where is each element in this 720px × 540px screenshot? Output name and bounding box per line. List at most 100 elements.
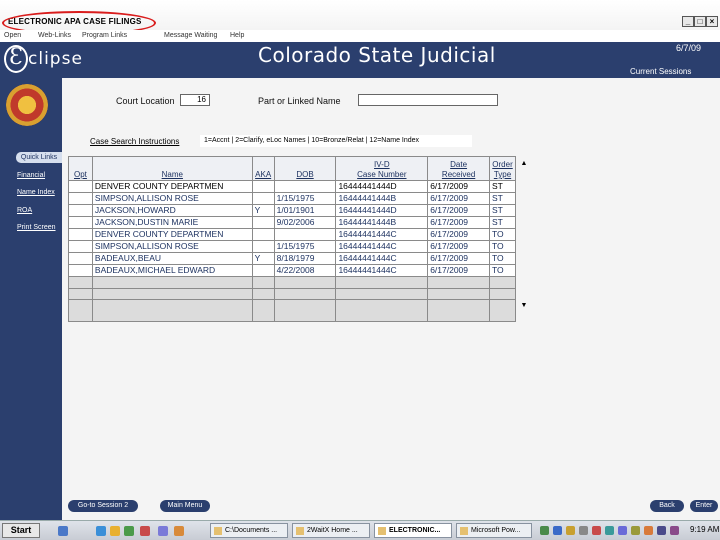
tray-update-icon[interactable]	[644, 526, 653, 535]
eclipse-logo: Ɛ clipse	[2, 42, 92, 78]
empty-table-row	[68, 276, 516, 289]
cell-opt[interactable]	[68, 252, 93, 265]
tray-sync-icon[interactable]	[605, 526, 614, 535]
tray-network-icon[interactable]	[540, 526, 549, 535]
cell-opt[interactable]	[68, 228, 93, 241]
empty-cell-aka	[251, 299, 275, 322]
cell-type: TO	[489, 252, 516, 265]
table-row[interactable]: BADEAUX,MICHAEL EDWARD 4/22/2008 164444414…	[68, 264, 516, 277]
taskbar-item-documents[interactable]: C:\Documents ...	[210, 523, 288, 538]
table-row[interactable]: JACKSON,HOWARD Y 1/01/1901 16444441444D 6/17…	[68, 204, 516, 217]
empty-cell-type	[489, 299, 516, 322]
taskbar-item-powerpoint[interactable]: Microsoft Pow...	[456, 523, 532, 538]
menu-program-links[interactable]: Program Links	[82, 32, 127, 39]
start-button[interactable]: Start	[2, 523, 40, 538]
tray-messenger-icon[interactable]	[618, 526, 627, 535]
cell-type: ST	[489, 192, 516, 205]
menu-open[interactable]: Open	[4, 32, 21, 39]
cell-dob	[273, 180, 337, 193]
cell-dob: 8/18/1979	[273, 252, 337, 265]
go-to-session-button[interactable]: Go-to Session 2	[68, 500, 138, 512]
cell-aka	[251, 180, 275, 193]
col-date-header-top: Date	[450, 160, 468, 169]
cell-dob: 9/02/2006	[273, 216, 337, 229]
empty-cell-dob	[273, 276, 337, 289]
main-menu-button[interactable]: Main Menu	[160, 500, 210, 512]
tray-bluetooth-icon[interactable]	[657, 526, 666, 535]
outlook-icon[interactable]	[110, 526, 120, 536]
back-button[interactable]: Back	[650, 500, 684, 512]
menu-bar: Open Web-Links Program Links Message Wai…	[0, 30, 720, 42]
cell-opt[interactable]	[68, 216, 93, 229]
table-row[interactable]: SIMPSON,ALLISON ROSE 1/15/1975 16444441444…	[68, 240, 516, 253]
taskbar-clock: 9:19 AM	[690, 525, 720, 534]
eclipse-wordmark: clipse	[28, 49, 83, 69]
app-quick-icon-4[interactable]	[174, 526, 184, 536]
show-desktop-icon[interactable]	[58, 526, 68, 536]
minimize-button[interactable]: _	[682, 16, 694, 27]
current-sessions-link[interactable]: Current Sessions	[630, 67, 691, 76]
cell-case: 16444441444C	[335, 252, 429, 265]
browser-icon[interactable]	[96, 526, 106, 536]
tray-volume-icon[interactable]	[579, 526, 588, 535]
cell-case: 16444441444B	[335, 216, 429, 229]
court-location-input[interactable]: 16	[180, 94, 210, 106]
case-search-instructions-link[interactable]: Case Search Instructions	[90, 137, 179, 146]
cell-opt[interactable]	[68, 204, 93, 217]
cell-opt[interactable]	[68, 240, 93, 253]
tray-printer-icon[interactable]	[631, 526, 640, 535]
table-row[interactable]: SIMPSON,ALLISON ROSE 1/15/1975 16444441444…	[68, 192, 516, 205]
tray-antivirus-icon[interactable]	[592, 526, 601, 535]
table-row[interactable]: BADEAUX,BEAU Y 8/18/1979 16444441444C 6/17/2…	[68, 252, 516, 265]
cell-opt[interactable]	[68, 192, 93, 205]
sidebar-item-name-index[interactable]: Name Index	[17, 189, 55, 196]
cell-name: DENVER COUNTY DEPARTMEN	[91, 228, 253, 241]
cell-case: 16444441444B	[335, 192, 429, 205]
col-case-header-bottom: Case Number	[357, 170, 407, 179]
current-date: 6/7/09	[676, 43, 702, 53]
cell-name: BADEAUX,MICHAEL EDWARD	[91, 264, 253, 277]
cell-opt[interactable]	[68, 264, 93, 277]
empty-cell-opt	[68, 299, 93, 322]
sidebar-item-roa[interactable]: ROA	[17, 207, 32, 214]
table-row[interactable]: JACKSON,DUSTIN MARIE 9/02/2006 16444441444…	[68, 216, 516, 229]
tray-alert-icon[interactable]	[566, 526, 575, 535]
empty-cell-date	[427, 276, 491, 289]
eclipse-e-icon: Ɛ	[4, 45, 28, 73]
menu-help[interactable]: Help	[230, 32, 244, 39]
cell-aka: Y	[251, 252, 275, 265]
app-quick-icon[interactable]	[124, 526, 134, 536]
cell-aka	[251, 228, 275, 241]
cell-type: TO	[489, 228, 516, 241]
table-row[interactable]: DENVER COUNTY DEPARTMEN 16444441444C 6/17/…	[68, 228, 516, 241]
empty-cell-dob	[273, 287, 337, 300]
close-button[interactable]: ×	[706, 16, 718, 27]
empty-cell-aka	[251, 276, 275, 289]
enter-button[interactable]: Enter	[690, 500, 718, 512]
tray-security-icon[interactable]	[553, 526, 562, 535]
sidebar	[0, 78, 62, 520]
sidebar-item-financial[interactable]: Financial	[17, 172, 45, 179]
app-quick-icon-2[interactable]	[140, 526, 150, 536]
sidebar-item-print-screen[interactable]: Print Screen	[17, 224, 56, 231]
taskbar-item-2waitx[interactable]: 2WaitX Home ...	[292, 523, 370, 538]
quick-links-tab[interactable]: Quick Links	[16, 152, 62, 163]
empty-cell-case	[335, 287, 429, 300]
cell-dob: 4/22/2008	[273, 264, 337, 277]
browser-window-icon	[296, 527, 304, 535]
empty-cell-case	[335, 276, 429, 289]
cell-name: JACKSON,HOWARD	[91, 204, 253, 217]
table-header-row: Opt Name AKA DOB IV-D Case Number Date Rec…	[68, 156, 516, 181]
menu-message-waiting[interactable]: Message Waiting	[164, 32, 217, 39]
taskbar-item-electronic[interactable]: ELECTRONIC...	[374, 523, 452, 538]
scroll-down-arrow-icon[interactable]: ▼	[520, 302, 528, 310]
maximize-button[interactable]: □	[694, 16, 706, 27]
app-quick-icon-3[interactable]	[158, 526, 168, 536]
col-type-header: Order Type	[489, 156, 516, 181]
tray-power-icon[interactable]	[670, 526, 679, 535]
scroll-up-arrow-icon[interactable]: ▲	[520, 160, 528, 168]
table-row[interactable]: DENVER COUNTY DEPARTMEN 16444441444D 6/17/…	[68, 180, 516, 193]
cell-opt[interactable]	[68, 180, 93, 193]
name-search-input[interactable]	[358, 94, 498, 106]
menu-web-links[interactable]: Web-Links	[38, 32, 71, 39]
